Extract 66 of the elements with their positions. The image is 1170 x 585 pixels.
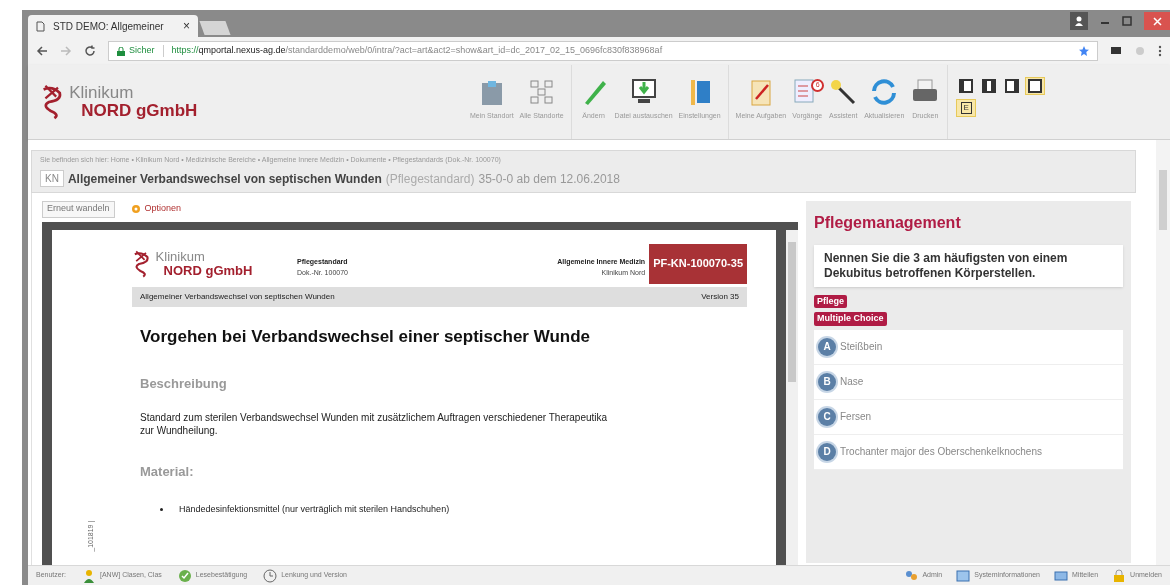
version-text: Version 35 (701, 290, 739, 303)
section-text: Standard zum sterilen Verbandswechsel Wunden mit zusätzlichem Auftragen verschiedener Therapeutika zur Wundheilung. (140, 410, 609, 437)
gear-icon (130, 204, 141, 214)
answer-text: Steißbein (840, 340, 883, 354)
logo-text: NORD gGmbH (80, 102, 198, 120)
logo-text: Klinikum (155, 249, 206, 264)
caduceus-logo-icon (132, 249, 152, 278)
options-link[interactable]: Optionen (130, 202, 182, 216)
mail-icon (1054, 568, 1068, 583)
maximize-icon[interactable] (1122, 16, 1132, 26)
category-tag: Multiple Choice (814, 312, 887, 326)
layout-icon (1028, 79, 1043, 93)
logo-text: NORD gGmbH (162, 263, 253, 278)
close-icon (1152, 16, 1162, 26)
logo-text: Klinikum (69, 84, 135, 102)
clock-icon (263, 568, 278, 583)
section-heading: Beschreibung (140, 375, 228, 393)
star-icon[interactable] (1079, 46, 1089, 56)
bullet-icon (160, 508, 163, 512)
edit-mode-button[interactable]: E (956, 99, 977, 117)
address-field[interactable]: Sicher https://qmportal.nexus-ag.de/standarddemo/web/0/intra/?act=art&act2=show&art_id=dc_2017_02_15_0696fc830f838968af (108, 41, 1098, 61)
answer-text: Nase (840, 375, 864, 389)
back-icon[interactable] (36, 45, 48, 57)
page-icon (36, 20, 45, 32)
user-icon (81, 568, 96, 583)
check-icon (177, 568, 192, 583)
layout-icon (959, 79, 974, 93)
document-code-badge: PF-KN-100070-35 (649, 243, 747, 284)
subject-text: Allgemeiner Verbandswechsel von septischen Wunden (140, 290, 335, 303)
answer-text: Fersen (840, 410, 872, 424)
lock-icon (1112, 568, 1127, 583)
tab-close-button[interactable]: × (183, 17, 190, 35)
document-version: 35-0-0 ab dem 12.06.2018 (478, 170, 620, 188)
layout-button[interactable] (1025, 77, 1046, 95)
document-heading: Vorgehen bei Verbandswechsel einer septischer Wunde (139, 325, 592, 348)
window-icon (956, 568, 971, 583)
document-type: (Pflegestandard) (385, 170, 475, 188)
location-tag: KN (40, 170, 64, 187)
users-icon (904, 568, 919, 583)
close-button[interactable] (1144, 12, 1170, 30)
category-tag: Pflege (814, 294, 847, 308)
menu-icon[interactable] (1158, 45, 1162, 57)
answer-letter: C (818, 407, 836, 426)
question-text: Nennen Sie die 3 am häufigsten von einem Dekubitus betroffenen Körperstellen. (814, 244, 1123, 287)
page-scrollbar[interactable] (1156, 140, 1170, 565)
panel-title: Pflegemanagement (814, 212, 962, 233)
tab-title: STD DEMO: Allgemeiner (53, 19, 165, 34)
extension-icon[interactable] (1110, 45, 1122, 57)
person-icon (1074, 16, 1084, 26)
secure-label: Sicher (129, 44, 155, 58)
convert-button[interactable]: Erneut wandeln (42, 200, 115, 218)
layout-icon (982, 79, 997, 93)
lock-icon (117, 46, 125, 56)
layout-icon (1005, 79, 1020, 93)
list-item-text: Händedesinfektionsmittel (nur verträglich mit sterilen Handschuhen) (179, 503, 450, 516)
section-heading: Material: (140, 462, 195, 481)
reload-icon[interactable] (84, 45, 96, 57)
url-text: https://qmportal.nexus-ag.de/standarddemo/web/0/intra/?act=art&act2=show&art_id=dc_2017_02_15_0696fc830f838968af (171, 44, 663, 58)
answer-letter: A (818, 337, 836, 356)
document-title: Allgemeiner Verbandswechsel von septischen Wunden (67, 170, 382, 188)
scrollbar[interactable] (786, 229, 798, 565)
answer-letter: D (818, 442, 836, 461)
answer-text: Trochanter major des Oberschenkelknochens (840, 445, 1042, 459)
browser-tab[interactable]: STD DEMO: Allgemeiner × (28, 15, 198, 37)
answer-letter: B (818, 372, 836, 391)
profile-button[interactable] (1070, 12, 1088, 30)
